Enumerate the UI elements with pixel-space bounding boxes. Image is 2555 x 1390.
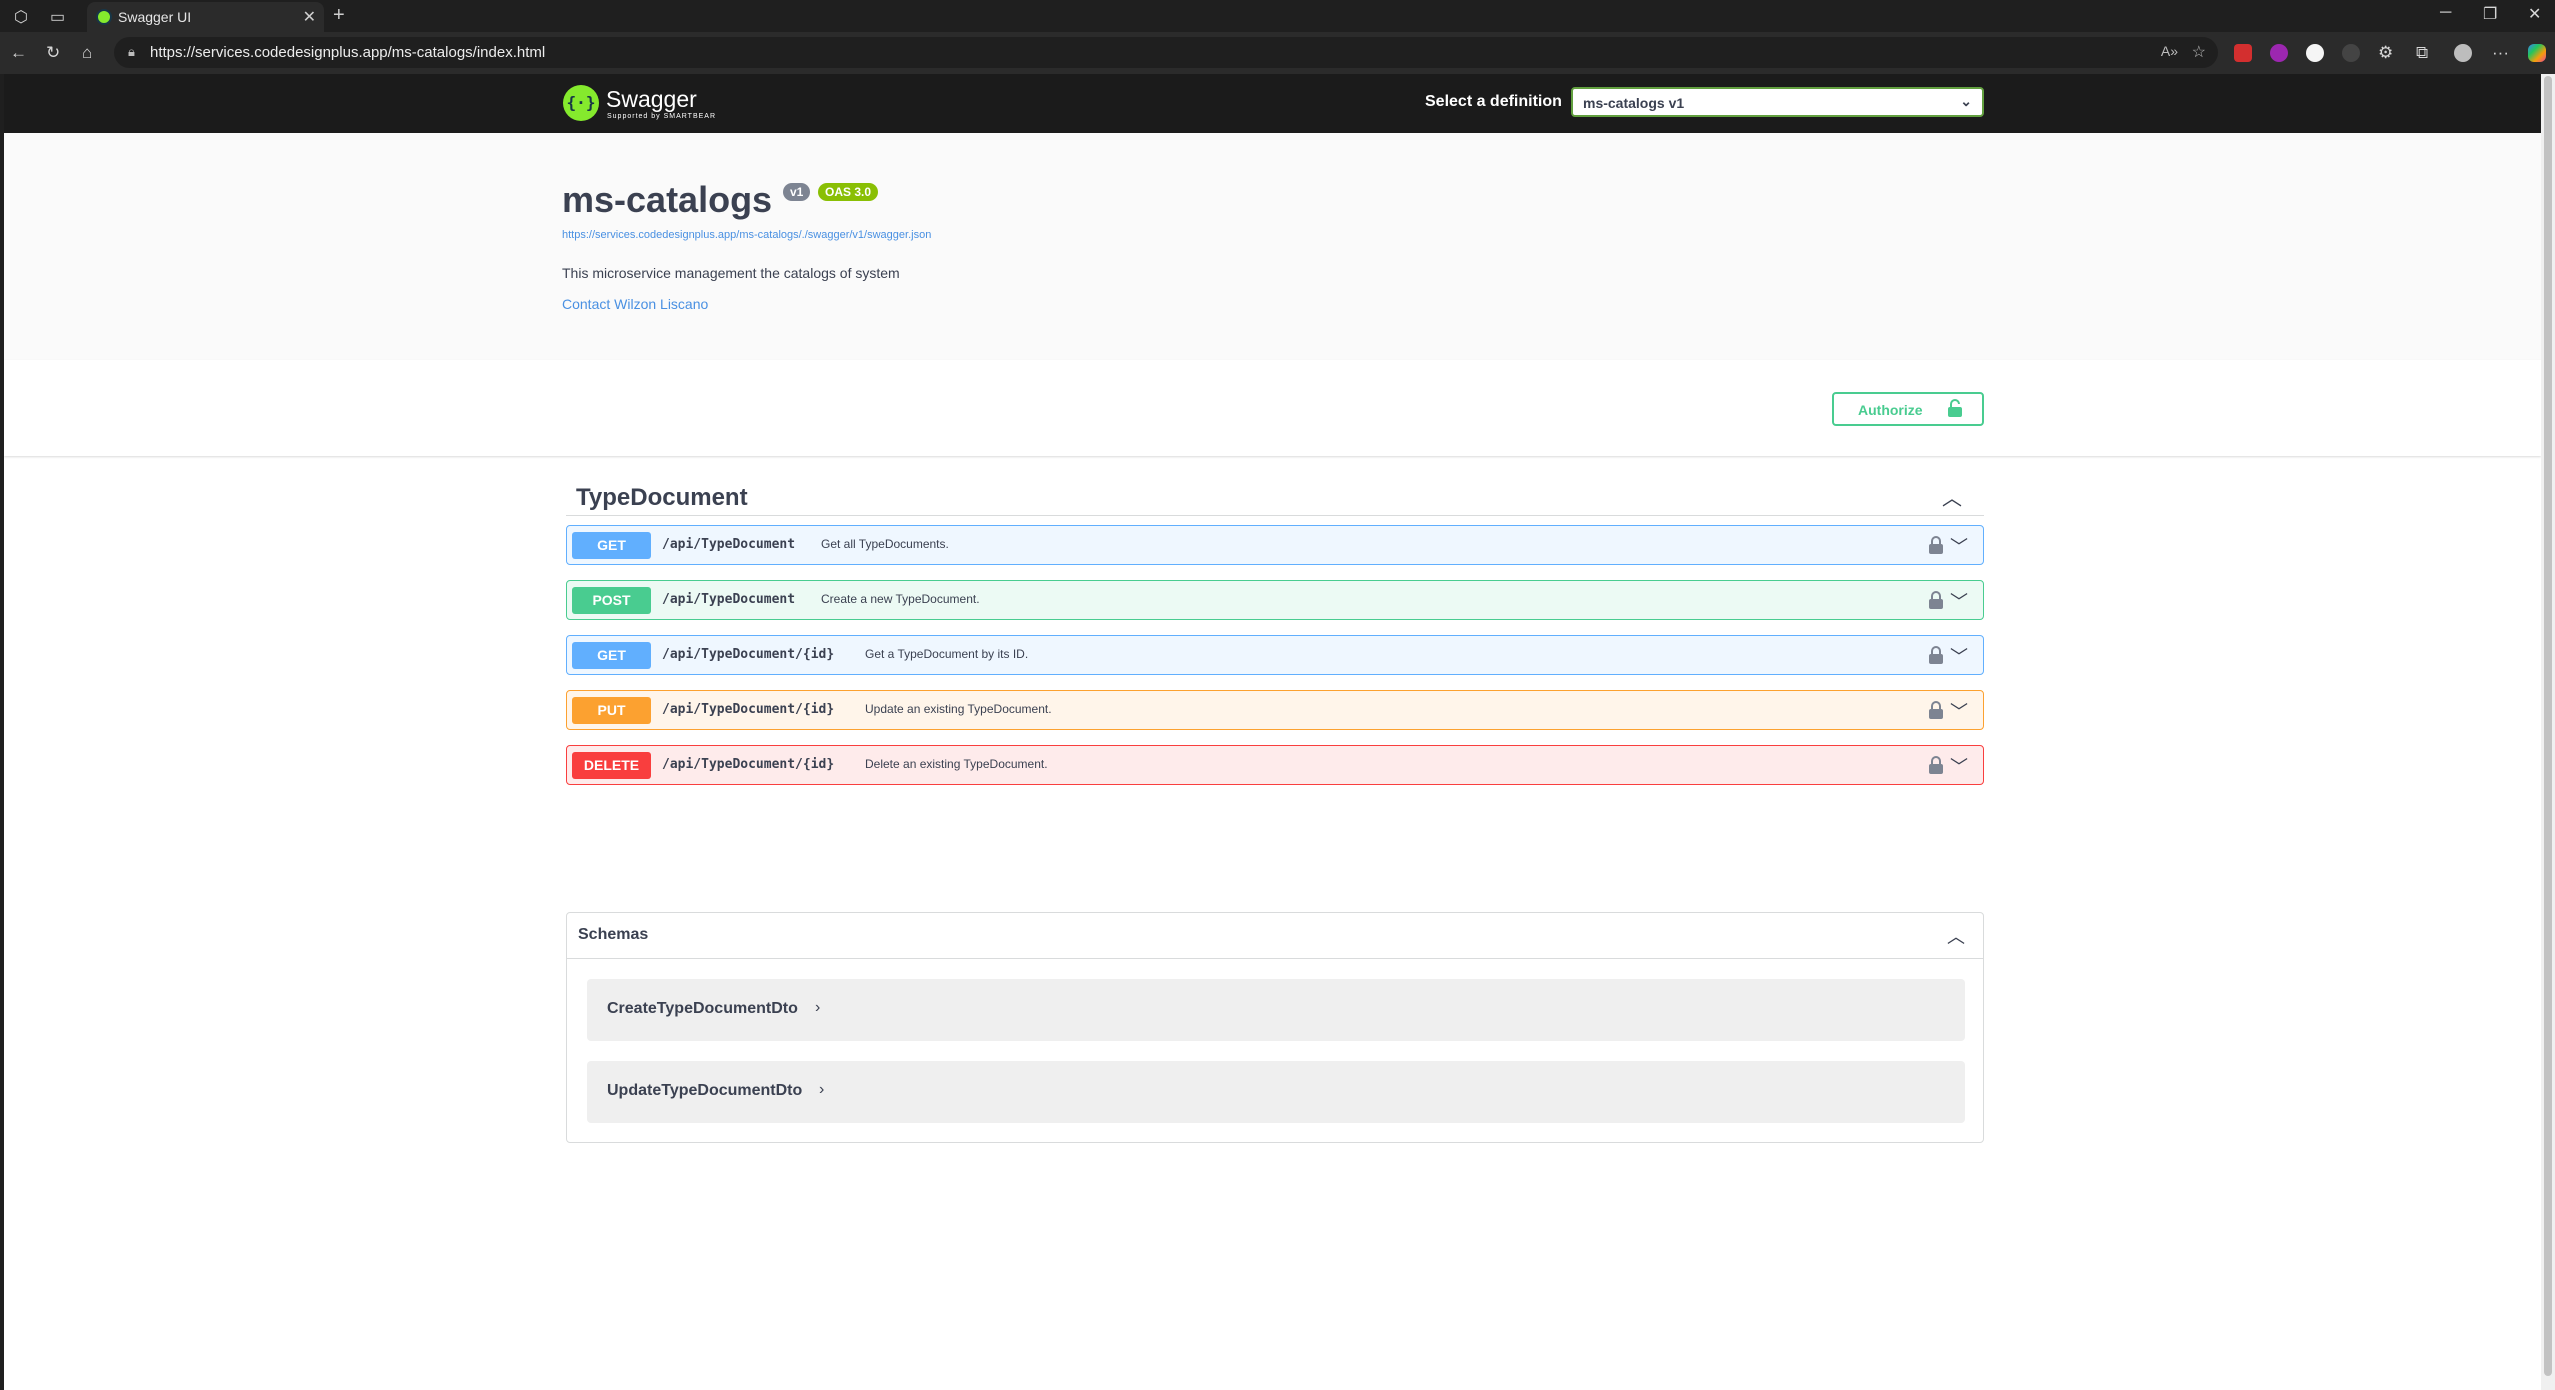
minimize-icon[interactable]: ─ bbox=[2440, 4, 2451, 22]
operation-delete[interactable]: DELETE /api/TypeDocument/{id} Delete an … bbox=[566, 745, 1984, 785]
close-window-icon[interactable]: ✕ bbox=[2528, 4, 2541, 24]
back-icon[interactable]: ← bbox=[10, 43, 27, 63]
operation-get-by-id[interactable]: GET /api/TypeDocument/{id} Get a TypeDoc… bbox=[566, 635, 1984, 675]
chevron-down-icon[interactable]: ﹀ bbox=[1950, 753, 1968, 779]
address-url[interactable]: https://services.codedesignplus.app/ms-c… bbox=[150, 44, 545, 61]
schemas-section: Schemas ︿ CreateTypeDocumentDto › Update… bbox=[566, 912, 1984, 1143]
extension-2-icon[interactable] bbox=[2270, 44, 2288, 62]
chevron-right-icon[interactable]: › bbox=[815, 999, 820, 1017]
collections-icon[interactable]: ⧉ bbox=[2416, 43, 2428, 63]
chevron-down-icon: ⌄ bbox=[1960, 93, 1972, 109]
method-badge: GET bbox=[572, 642, 651, 669]
authorize-button[interactable]: Authorize bbox=[1832, 392, 1984, 426]
more-menu-icon[interactable]: ··· bbox=[2492, 43, 2509, 63]
tab-title: Swagger UI bbox=[118, 9, 192, 25]
lock-icon[interactable] bbox=[1929, 756, 1943, 774]
scheme-container bbox=[4, 360, 2541, 456]
tag-title: TypeDocument bbox=[576, 484, 748, 511]
unlock-icon bbox=[1948, 399, 1962, 417]
read-aloud-icon[interactable]: A» bbox=[2161, 43, 2178, 59]
schemas-header[interactable]: Schemas ︿ bbox=[567, 913, 1983, 959]
lock-icon[interactable] bbox=[1929, 701, 1943, 719]
method-badge: PUT bbox=[572, 697, 651, 724]
operation-path: /api/TypeDocument bbox=[662, 537, 796, 552]
operation-summary: Get all TypeDocuments. bbox=[821, 537, 949, 551]
favorite-star-icon[interactable]: ☆ bbox=[2192, 42, 2206, 62]
operation-put-update[interactable]: PUT /api/TypeDocument/{id} Update an exi… bbox=[566, 690, 1984, 730]
info-section-background bbox=[4, 133, 2541, 360]
swagger-brand-sub: Supported by SMARTBEAR bbox=[607, 113, 717, 120]
scrollbar-thumb[interactable] bbox=[2544, 76, 2552, 1376]
schema-model-name: UpdateTypeDocumentDto bbox=[607, 1082, 803, 1099]
swagger-logo-icon: {·} bbox=[563, 85, 599, 121]
api-description: This microservice management the catalog… bbox=[562, 265, 900, 281]
schema-model[interactable]: UpdateTypeDocumentDto › bbox=[587, 1061, 1965, 1123]
schema-model[interactable]: CreateTypeDocumentDto › bbox=[587, 979, 1965, 1041]
chevron-up-icon[interactable]: ︿ bbox=[1947, 923, 1965, 949]
lock-icon[interactable] bbox=[1929, 536, 1943, 554]
workspaces-icon[interactable]: ⬡ bbox=[14, 7, 28, 27]
spec-url-link[interactable]: https://services.codedesignplus.app/ms-c… bbox=[562, 229, 931, 241]
tab-actions-icon[interactable]: ▭ bbox=[50, 7, 65, 27]
operation-summary: Get a TypeDocument by its ID. bbox=[865, 647, 1029, 661]
authorize-label: Authorize bbox=[1858, 402, 1923, 418]
extension-4-icon[interactable] bbox=[2342, 44, 2360, 62]
browser-tab-bar: ⬡ ▭ Swagger UI ✕ + ─ ❐ ✕ bbox=[0, 0, 2555, 32]
browser-tab[interactable]: Swagger UI ✕ bbox=[87, 2, 324, 32]
operation-path: /api/TypeDocument bbox=[662, 592, 796, 607]
version-badge: v1 bbox=[783, 183, 811, 201]
swagger-topbar: {·} Swagger Supported by SMARTBEAR Selec… bbox=[4, 74, 2541, 133]
schemas-title: Schemas bbox=[578, 926, 649, 943]
profile-avatar-icon[interactable] bbox=[2454, 44, 2472, 62]
chevron-down-icon[interactable]: ﹀ bbox=[1950, 698, 1968, 724]
chevron-down-icon[interactable]: ﹀ bbox=[1950, 588, 1968, 614]
web-page: {·} Swagger Supported by SMARTBEAR Selec… bbox=[4, 74, 2541, 1390]
site-info-icon[interactable]: 🔒︎ bbox=[128, 44, 135, 60]
chevron-down-icon[interactable]: ﹀ bbox=[1950, 533, 1968, 559]
oas-badge: OAS 3.0 bbox=[818, 183, 879, 201]
chevron-up-icon[interactable]: ︿ bbox=[1942, 482, 1962, 511]
extensions-puzzle-icon[interactable]: ⚙ bbox=[2378, 43, 2393, 63]
operation-path: /api/TypeDocument/{id} bbox=[662, 647, 835, 662]
extension-3-icon[interactable] bbox=[2306, 44, 2324, 62]
extension-1-icon[interactable] bbox=[2234, 44, 2252, 62]
api-title: ms-catalogs bbox=[562, 179, 773, 220]
method-badge: DELETE bbox=[572, 752, 651, 779]
copilot-icon[interactable] bbox=[2528, 44, 2546, 62]
method-badge: GET bbox=[572, 532, 651, 559]
close-tab-icon[interactable]: ✕ bbox=[303, 7, 316, 27]
operation-summary: Delete an existing TypeDocument. bbox=[865, 757, 1048, 771]
swagger-favicon-icon bbox=[96, 9, 112, 25]
definition-select[interactable]: ms-catalogs v1 ⌄ bbox=[1571, 87, 1984, 117]
new-tab-icon[interactable]: + bbox=[333, 4, 345, 27]
definition-value: ms-catalogs v1 bbox=[1583, 95, 1685, 111]
operation-path: /api/TypeDocument/{id} bbox=[662, 757, 835, 772]
operation-summary: Create a new TypeDocument. bbox=[821, 592, 980, 606]
operation-path: /api/TypeDocument/{id} bbox=[662, 702, 835, 717]
contact-link[interactable]: Contact Wilzon Liscano bbox=[562, 296, 708, 312]
page-scrollbar[interactable] bbox=[2541, 74, 2555, 1390]
method-badge: POST bbox=[572, 587, 651, 614]
tag-section-typedocument[interactable]: TypeDocument ︿ bbox=[566, 474, 1984, 516]
chevron-right-icon[interactable]: › bbox=[819, 1081, 824, 1099]
browser-nav-bar: ← ↻ ⌂ 🔒︎ https://services.codedesignplus… bbox=[0, 32, 2555, 74]
chevron-down-icon[interactable]: ﹀ bbox=[1950, 643, 1968, 669]
refresh-icon[interactable]: ↻ bbox=[46, 43, 60, 63]
home-icon[interactable]: ⌂ bbox=[82, 43, 92, 63]
swagger-brand: Swagger bbox=[606, 86, 697, 112]
restore-icon[interactable]: ❐ bbox=[2483, 4, 2497, 24]
lock-icon[interactable] bbox=[1929, 646, 1943, 664]
lock-icon[interactable] bbox=[1929, 591, 1943, 609]
definition-label: Select a definition bbox=[1425, 93, 1562, 110]
operation-summary: Update an existing TypeDocument. bbox=[865, 702, 1052, 716]
address-bar[interactable]: 🔒︎ https://services.codedesignplus.app/m… bbox=[114, 37, 2218, 68]
operation-post-create[interactable]: POST /api/TypeDocument Create a new Type… bbox=[566, 580, 1984, 620]
schema-model-name: CreateTypeDocumentDto bbox=[607, 1000, 798, 1017]
operation-get-all[interactable]: GET /api/TypeDocument Get all TypeDocume… bbox=[566, 525, 1984, 565]
